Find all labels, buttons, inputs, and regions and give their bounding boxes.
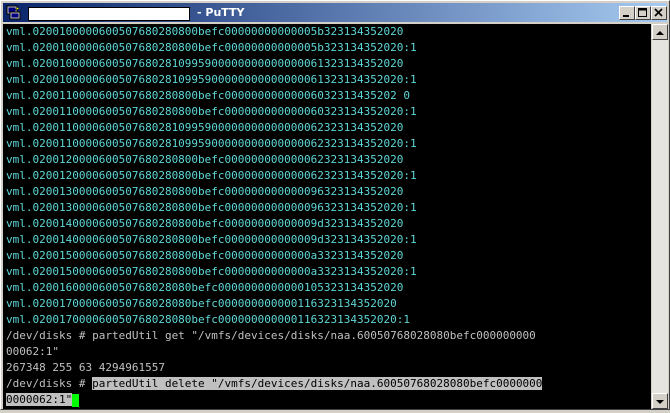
output-line: vml.0200150000600507680280800befc0000000… [6, 265, 417, 278]
output-line: vml.020010000060050768028109959000000000… [6, 57, 404, 70]
output-line: vml.0200120000600507680280800befc0000000… [6, 169, 417, 182]
scroll-up-button[interactable] [652, 24, 668, 40]
command-line-wrap: 00062:1" [6, 345, 59, 358]
vertical-scrollbar[interactable] [652, 24, 668, 409]
output-line: vml.020011000060050768028109959000000000… [6, 137, 417, 150]
output-line: vml.0200100000600507680280800befc0000000… [6, 25, 404, 38]
active-command-line[interactable]: /dev/disks # partedUtil delete "/vmfs/de… [6, 376, 543, 392]
output-line: vml.0200140000600507680280800befc0000000… [6, 233, 417, 246]
title-bar[interactable]: - PuTTY [3, 3, 667, 22]
output-line: vml.0200130000600507680280800befc0000000… [6, 185, 404, 198]
close-icon [654, 8, 663, 17]
minimize-button[interactable] [619, 6, 635, 20]
command-line: /dev/disks # partedUtil get "/vmfs/devic… [6, 329, 536, 342]
active-command-wrap[interactable]: 0000062:1" [6, 392, 80, 408]
putty-window: - PuTTY vml.0200100000600507680280800bef… [0, 0, 670, 410]
output-line: vml.0200110000600507680280800befc0000000… [6, 89, 410, 102]
selected-command-text-wrap[interactable]: 0000062:1" [6, 393, 73, 406]
output-line: vml.020011000060050768028109959000000000… [6, 121, 404, 134]
output-line: vml.0200140000600507680280800befc0000000… [6, 217, 404, 230]
close-button[interactable] [651, 6, 667, 20]
output-line: vml.0200150000600507680280800befc0000000… [6, 249, 404, 262]
shell-prompt: /dev/disks # [6, 377, 93, 390]
output-line: vml.020016000060050768028080befc00000000… [6, 281, 404, 294]
output-line: vml.0200120000600507680280800befc0000000… [6, 153, 404, 166]
command-result: 267348 255 63 4294961557 [6, 361, 165, 374]
output-line: vml.0200100000600507680280800befc0000000… [6, 41, 417, 54]
terminal-area[interactable]: vml.0200100000600507680280800befc0000000… [3, 24, 651, 409]
window-title: - PuTTY [197, 6, 245, 19]
maximize-button[interactable] [635, 6, 651, 20]
text-cursor [72, 393, 80, 407]
output-line: vml.0200130000600507680280800befc0000000… [6, 201, 417, 214]
output-line: vml.020017000060050768028080befc00000000… [6, 297, 397, 310]
putty-icon [6, 5, 21, 20]
output-line: vml.020017000060050768028080befc00000000… [6, 313, 410, 326]
selected-command-text[interactable]: partedUtil delete "/vmfs/devices/disks/n… [92, 377, 543, 390]
redacted-hostname [28, 7, 190, 21]
output-line: vml.0200110000600507680280800befc0000000… [6, 105, 417, 118]
scroll-down-icon [656, 400, 664, 404]
maximize-icon [638, 8, 647, 17]
scroll-up-icon [656, 31, 664, 35]
output-line: vml.020010000060050768028109959000000000… [6, 73, 417, 86]
scroll-down-button[interactable] [652, 393, 668, 409]
minimize-icon [623, 15, 629, 17]
